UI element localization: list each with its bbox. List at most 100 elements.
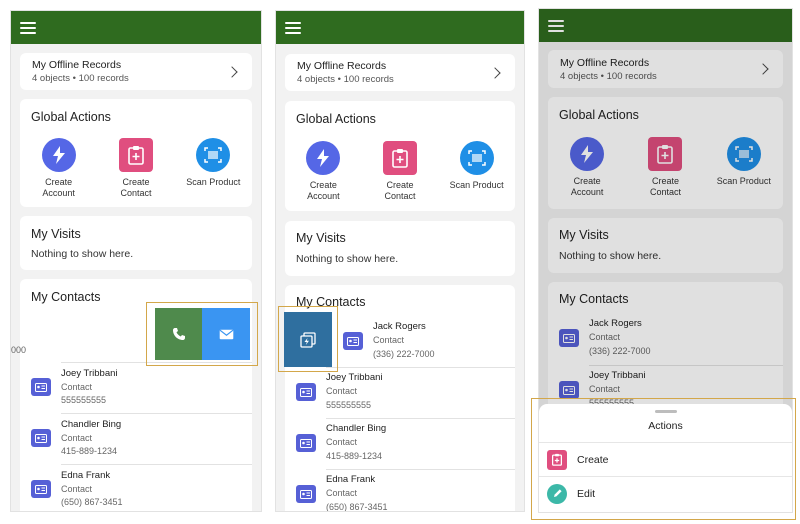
contact-card-icon (559, 381, 579, 399)
contact-phone: (650) 867-3451 (61, 497, 123, 507)
scan-product-label: Scan Product (716, 176, 771, 186)
contact-type: Contact (589, 384, 621, 394)
contact-name: Joey Tribbani (326, 372, 383, 383)
contact-name: Chandler Bing (61, 419, 122, 430)
clipboard-plus-icon (648, 137, 683, 171)
offline-records-card[interactable]: My Offline Records 4 objects • 100 recor… (285, 54, 515, 91)
create-contact-action[interactable]: Create Contact (629, 137, 701, 198)
my-visits-title: My Visits (296, 231, 346, 245)
create-contact-action[interactable]: Create Contact (364, 141, 436, 202)
create-account-line1: Create (45, 177, 73, 187)
quick-action-highlight (278, 306, 338, 372)
my-visits-empty-text: Nothing to show here. (31, 248, 134, 260)
scan-product-action[interactable]: Scan Product (708, 137, 780, 198)
contact-type: Contact (61, 433, 93, 443)
contact-phone: (336) 222-7000 (589, 346, 651, 356)
bolt-icon (306, 141, 341, 175)
scan-product-action[interactable]: Scan Product (441, 141, 513, 202)
scan-product-action[interactable]: Scan Product (177, 138, 249, 199)
contact-phone: 555555555 (61, 395, 107, 405)
contact-type: Contact (61, 382, 93, 392)
contact-name: Chandler Bing (326, 423, 387, 434)
contact-row[interactable]: Chandler Bing Contact 415-889-1234 (20, 414, 252, 464)
chevron-right-icon (226, 65, 238, 78)
contact-type: Contact (326, 437, 358, 447)
create-account-action[interactable]: Create Account (287, 141, 359, 202)
bolt-icon (41, 138, 76, 172)
contact-card-icon (343, 332, 363, 350)
create-account-action[interactable]: Create Account (23, 138, 95, 199)
offline-records-card[interactable]: My Offline Records 4 objects • 100 recor… (548, 50, 783, 88)
barcode-icon (196, 138, 231, 172)
contact-phone: (336) 222-7000 (373, 349, 435, 359)
create-account-line2: Account (42, 188, 75, 198)
contact-row[interactable]: Edna Frank Contact (650) 867-3451 (285, 470, 515, 512)
contact-row[interactable]: Joey Tribbani Contact 555555555 (285, 368, 515, 418)
contact-type: Contact (61, 484, 93, 494)
contact-name: Jack Rogers (589, 318, 642, 329)
scan-product-label: Scan Product (186, 177, 241, 187)
offline-records-title: My Offline Records (560, 56, 650, 69)
contact-card-icon (296, 434, 316, 452)
global-actions-title: Global Actions (31, 110, 111, 124)
global-actions-title: Global Actions (559, 108, 639, 122)
contact-type: Contact (589, 332, 621, 342)
chevron-right-icon (489, 66, 501, 79)
contact-phone: 415-889-1234 (326, 451, 383, 461)
contact-name: Jack Rogers (373, 321, 426, 332)
menu-icon[interactable] (20, 21, 36, 34)
contact-phone: (650) 867-3451 (326, 502, 388, 512)
global-actions-card: Global Actions Create Account Create Conta… (548, 97, 783, 209)
create-contact-line2: Contact (120, 188, 152, 198)
scan-product-label: Scan Product (449, 180, 504, 190)
chevron-right-icon (757, 63, 769, 75)
swipe-actions-highlight (146, 302, 258, 366)
contact-type: Contact (373, 335, 405, 345)
create-contact-line2: Contact (384, 191, 416, 201)
contact-card-icon (559, 329, 579, 347)
offline-records-subtitle: 4 objects • 100 records (560, 70, 657, 82)
offline-records-subtitle: 4 objects • 100 records (297, 74, 394, 85)
contact-row[interactable]: Chandler Bing Contact 415-889-1234 (285, 419, 515, 469)
create-contact-line1: Create (651, 176, 679, 186)
contact-name: Edna Frank (61, 470, 111, 481)
my-visits-card: My Visits Nothing to show here. (548, 218, 783, 273)
global-actions-card: Global Actions Create Account Create Conta… (20, 99, 252, 207)
offline-records-card[interactable]: My Offline Records 4 objects • 100 recor… (20, 53, 252, 90)
create-contact-action[interactable]: Create Contact (100, 138, 172, 199)
my-visits-empty-text: Nothing to show here. (296, 253, 399, 265)
global-actions-card: Global Actions Create Account Create Conta… (285, 101, 515, 211)
contact-name: Edna Frank (326, 474, 376, 485)
my-visits-title: My Visits (559, 228, 609, 242)
create-account-action[interactable]: Create Account (551, 137, 623, 198)
offline-records-title: My Offline Records (297, 60, 387, 72)
my-contacts-title: My Contacts (31, 290, 101, 304)
contact-card-icon (31, 480, 51, 498)
app-header (539, 9, 792, 42)
app-header (11, 11, 261, 44)
create-contact-line1: Create (122, 177, 150, 187)
contact-row[interactable]: Jack Rogers Contact (336) 222-7000 (548, 314, 783, 364)
menu-icon[interactable] (285, 21, 301, 34)
contact-phone: 415-889-1234 (61, 446, 118, 456)
contact-row[interactable]: Edna Frank Contact (650) 867-3451 (20, 465, 252, 511)
my-visits-empty-text: Nothing to show here. (559, 250, 662, 262)
menu-icon[interactable] (548, 19, 564, 32)
contact-name: Joey Tribbani (61, 368, 118, 379)
my-contacts-title: My Contacts (559, 292, 629, 306)
clipboard-plus-icon (118, 138, 153, 172)
offline-records-subtitle: 4 objects • 100 records (32, 73, 129, 84)
actions-sheet-highlight (531, 398, 796, 520)
contact-row[interactable]: Joey Tribbani Contact 555555555 (20, 363, 252, 413)
create-contact-line2: Contact (649, 187, 681, 197)
create-contact-line1: Create (386, 180, 414, 190)
phone-screen-quick-action: My Offline Records 4 objects • 100 recor… (275, 10, 525, 512)
clipboard-plus-icon (382, 141, 417, 175)
phone-screen-swipe-actions: My Offline Records 4 objects • 100 recor… (10, 10, 262, 512)
contact-card-icon (296, 485, 316, 503)
contact-type: Contact (326, 488, 358, 498)
bolt-icon (570, 137, 605, 171)
my-visits-title: My Visits (31, 227, 81, 241)
barcode-icon (726, 137, 761, 171)
contact-type: Contact (326, 386, 358, 396)
